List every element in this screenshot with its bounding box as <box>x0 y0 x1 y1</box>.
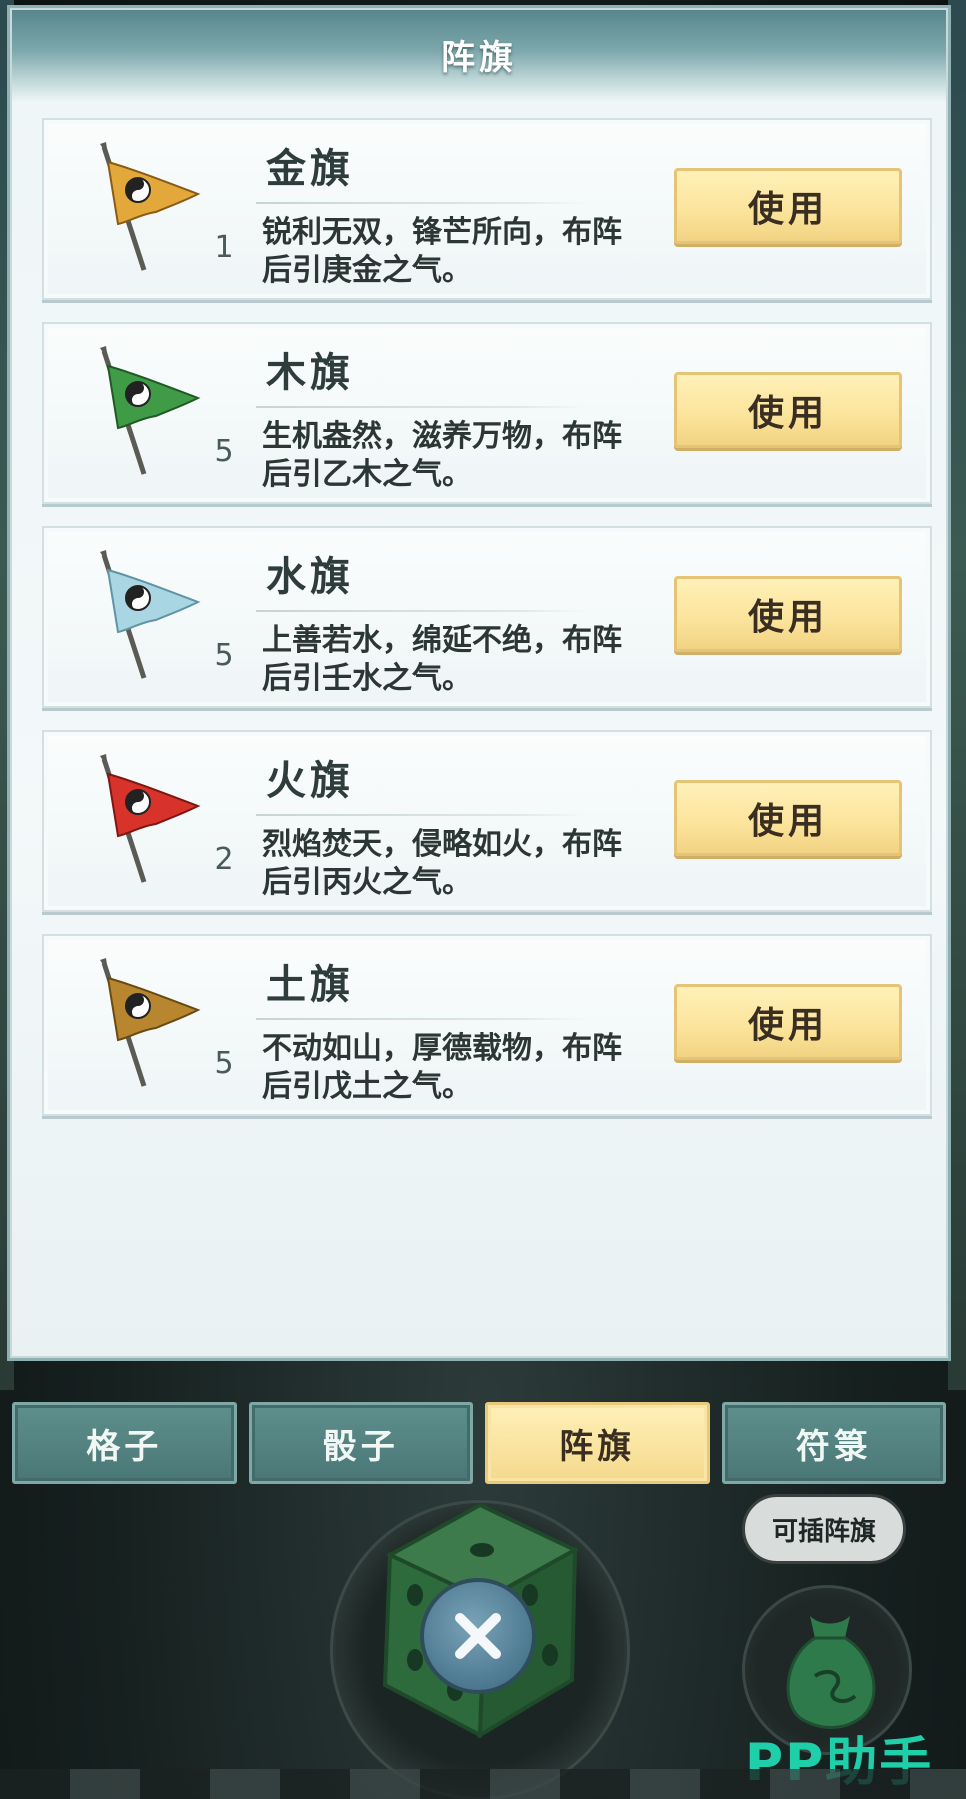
divider <box>256 814 586 816</box>
panel-header: 阵旗 <box>12 10 946 102</box>
flag-list: 1 金旗 锐利无双，锋芒所向，布阵后引庚金之气。 使用 5 木旗 生机盎然，滋养… <box>42 118 932 1138</box>
use-button-water[interactable]: 使用 <box>674 576 902 652</box>
flag-name: 水旗 <box>266 553 354 600</box>
close-icon <box>455 1613 501 1659</box>
flag-description: 不动如山，厚德载物，布阵后引戊土之气。 <box>262 1031 622 1104</box>
pouch-icon <box>786 1616 876 1729</box>
divider <box>256 1018 586 1020</box>
flag-item-wood: 5 木旗 生机盎然，滋养万物，布阵后引乙木之气。 使用 <box>42 322 932 504</box>
flag-name: 金旗 <box>266 145 354 192</box>
flag-panel: 阵旗 1 金旗 锐利无双，锋芒所向，布阵后引庚金之气。 使用 5 木旗 生机盎然… <box>10 8 948 1358</box>
tab-formation-flag[interactable]: 阵旗 <box>485 1402 710 1484</box>
wood-flag-icon <box>100 346 201 475</box>
flag-description: 生机盎然，滋养万物，布阵后引乙木之气。 <box>262 419 622 492</box>
fire-flag-icon <box>100 754 201 883</box>
flag-name: 土旗 <box>266 961 354 1008</box>
flag-description: 上善若水，绵延不绝，布阵后引壬水之气。 <box>262 623 622 696</box>
divider <box>256 202 586 204</box>
bottom-board-strip <box>0 1769 966 1799</box>
flag-count: 1 <box>214 230 234 265</box>
flag-item-earth: 5 土旗 不动如山，厚德载物，布阵后引戊土之气。 使用 <box>42 934 932 1116</box>
gold-flag-icon <box>100 142 201 271</box>
flag-item-water: 5 水旗 上善若水，绵延不绝，布阵后引壬水之气。 使用 <box>42 526 932 708</box>
flag-description: 锐利无双，锋芒所向，布阵后引庚金之气。 <box>262 215 622 288</box>
close-button[interactable] <box>420 1578 536 1694</box>
use-button-wood[interactable]: 使用 <box>674 372 902 448</box>
flag-count: 5 <box>214 1046 234 1081</box>
panel-title: 阵旗 <box>441 38 517 78</box>
flag-count: 2 <box>214 842 234 877</box>
hint-bubble: 可插阵旗 <box>742 1494 906 1564</box>
flag-name: 火旗 <box>266 757 354 804</box>
background-right <box>948 0 966 1390</box>
water-flag-icon <box>100 550 201 679</box>
use-button-gold[interactable]: 使用 <box>674 168 902 244</box>
tab-talisman[interactable]: 符箓 <box>721 1402 946 1484</box>
use-button-fire[interactable]: 使用 <box>674 780 902 856</box>
flag-description: 烈焰焚天，侵略如火，布阵后引丙火之气。 <box>262 827 622 900</box>
divider <box>256 610 586 612</box>
flag-item-gold: 1 金旗 锐利无双，锋芒所向，布阵后引庚金之气。 使用 <box>42 118 932 300</box>
flag-name: 木旗 <box>266 349 354 396</box>
flag-item-fire: 2 火旗 烈焰焚天，侵略如火，布阵后引丙火之气。 使用 <box>42 730 932 912</box>
flag-count: 5 <box>214 434 234 469</box>
earth-flag-icon <box>100 958 201 1087</box>
divider <box>256 406 586 408</box>
tab-dice[interactable]: 骰子 <box>248 1402 473 1484</box>
use-button-earth[interactable]: 使用 <box>674 984 902 1060</box>
bottom-tabs: 格子 骰子 阵旗 符箓 <box>12 1402 946 1484</box>
flag-count: 5 <box>214 638 234 673</box>
tab-grid[interactable]: 格子 <box>12 1402 237 1484</box>
